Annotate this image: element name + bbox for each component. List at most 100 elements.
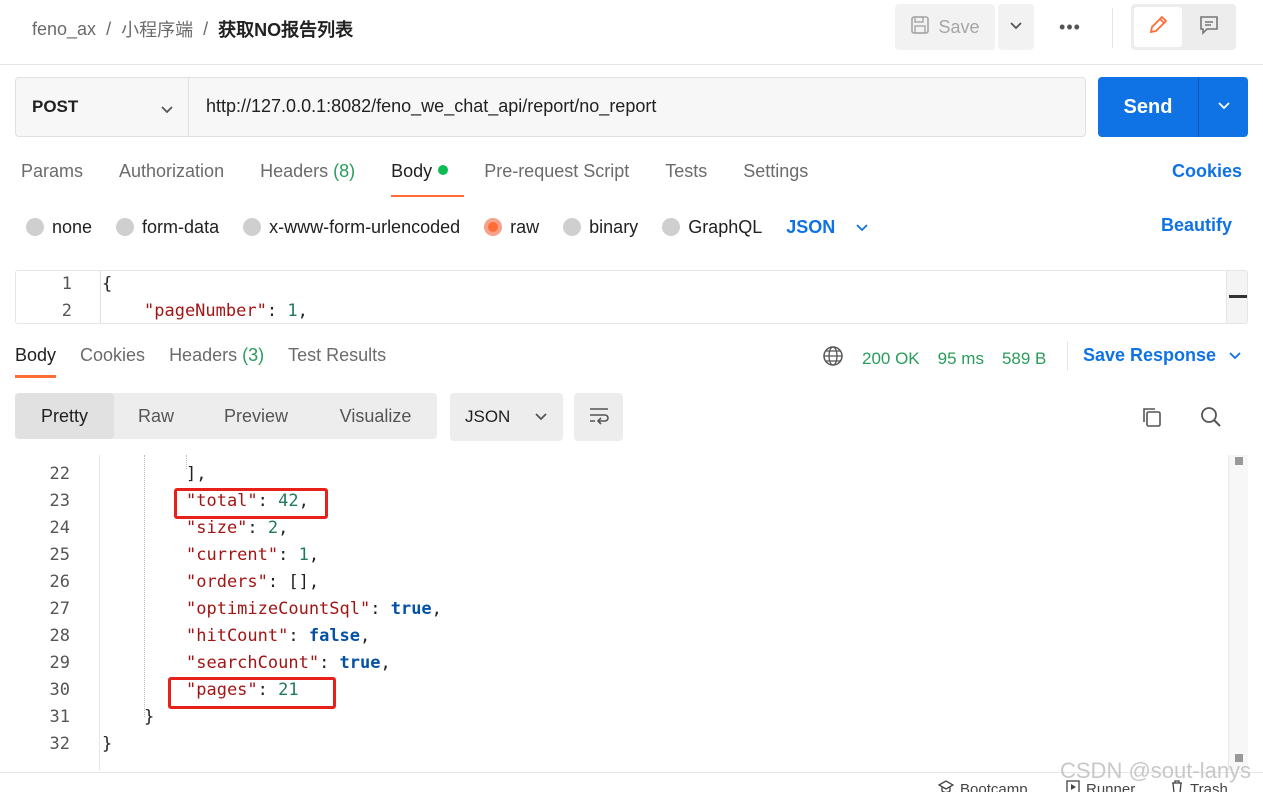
view-preview[interactable]: Preview [198, 393, 314, 439]
code-line: 25 "current": 1, [0, 545, 1230, 572]
tab-label: Body [391, 161, 433, 181]
radio-label: binary [589, 216, 639, 237]
view-pretty[interactable]: Pretty [15, 393, 114, 439]
copy-icon[interactable] [1140, 405, 1164, 434]
chevron-down-icon [855, 217, 869, 238]
radio-form-data[interactable]: form-data [116, 217, 219, 238]
code-text: "searchCount": true, [186, 653, 391, 673]
url-input[interactable]: http://127.0.0.1:8082/feno_we_chat_api/r… [206, 96, 656, 117]
response-format-select[interactable]: JSON [450, 393, 563, 441]
method-select[interactable]: POST [16, 78, 189, 136]
line-number: 28 [49, 626, 70, 646]
radio-binary[interactable]: binary [563, 217, 638, 238]
globe-icon[interactable] [822, 345, 844, 372]
radio-none[interactable]: none [26, 217, 92, 238]
json-comma: , [360, 626, 371, 646]
scrollbar[interactable] [1226, 271, 1247, 323]
request-name[interactable]: 获取NO报告列表 [218, 16, 353, 42]
json-key: "optimizeCountSql" [186, 599, 371, 619]
json-comma: , [380, 653, 391, 673]
code-text: "pageNumber": 1, [144, 301, 308, 321]
chevron-down-icon [160, 100, 174, 120]
response-meta: 200 OK 95 ms 589 B [822, 345, 1064, 372]
tab-headers[interactable]: Headers (8) [260, 161, 355, 187]
json-key: "searchCount" [186, 653, 320, 673]
radio-label: none [52, 216, 93, 237]
comment-icon [1198, 14, 1220, 41]
radio-icon [26, 218, 44, 236]
line-number: 24 [49, 518, 70, 538]
radio-label: GraphQL [688, 216, 763, 237]
radio-graphql[interactable]: GraphQL [662, 217, 762, 238]
body-format-select[interactable]: JSON [786, 217, 869, 238]
more-actions-button[interactable]: ••• [1052, 14, 1088, 40]
save-button[interactable]: Save [895, 4, 995, 50]
tab-params[interactable]: Params [21, 161, 83, 187]
line-number: 25 [49, 545, 70, 565]
tab-test-results[interactable]: Test Results [288, 345, 386, 366]
divider [0, 64, 1263, 65]
json-comma: , [308, 572, 320, 592]
json-key: "pageNumber" [144, 301, 267, 321]
tab-label: Params [21, 161, 84, 181]
send-button[interactable]: Send [1098, 77, 1198, 137]
search-icon[interactable] [1199, 405, 1223, 434]
json-value: 2 [267, 518, 279, 538]
tab-tests[interactable]: Tests [665, 161, 707, 187]
beautify-button[interactable]: Beautify [1161, 215, 1232, 236]
tab-settings[interactable]: Settings [743, 161, 808, 187]
request-body-editor[interactable]: 1 { 2 "pageNumber": 1, [15, 270, 1248, 324]
code-line: 29 "searchCount": true, [0, 653, 1230, 680]
comment-mode-button[interactable] [1185, 7, 1233, 47]
divider [1112, 8, 1113, 48]
tab-count: (3) [242, 345, 265, 365]
scroll-up-icon[interactable] [1235, 457, 1243, 465]
tab-response-headers[interactable]: Headers (3) [169, 345, 264, 366]
radio-raw[interactable]: raw [484, 217, 539, 238]
breadcrumb-workspace[interactable]: feno_ax [32, 19, 96, 40]
tab-authorization[interactable]: Authorization [119, 161, 224, 187]
edit-mode-button[interactable] [1134, 7, 1182, 47]
json-value: true [390, 599, 432, 619]
tab-body[interactable]: Body [391, 161, 465, 197]
code-line: 28 "hitCount": false, [0, 626, 1230, 653]
line-number: 32 [49, 734, 70, 754]
radio-urlencoded[interactable]: x-www-form-urlencoded [243, 217, 460, 238]
chevron-down-icon [534, 407, 548, 427]
view-visualize[interactable]: Visualize [314, 393, 437, 439]
code-text: "hitCount": false, [186, 626, 371, 646]
json-value: 1 [298, 545, 309, 565]
wrap-lines-button[interactable] [574, 393, 623, 441]
line-number: 27 [49, 599, 70, 619]
radio-selected-icon [484, 218, 503, 236]
status-code[interactable]: 200 OK [862, 349, 920, 369]
tab-response-body[interactable]: Body [15, 345, 57, 378]
pencil-icon [1147, 14, 1169, 41]
json-key: "orders" [186, 572, 268, 592]
save-response-label: Save Response [1083, 345, 1217, 365]
request-header: feno_ax / 小程序端 / 获取NO报告列表 Save ••• [0, 0, 1263, 58]
bootcamp-button[interactable]: Bootcamp [937, 780, 1028, 792]
send-options-button[interactable] [1199, 77, 1248, 137]
tab-response-cookies[interactable]: Cookies [80, 345, 145, 366]
radio-icon [662, 218, 681, 236]
view-raw[interactable]: Raw [114, 393, 198, 439]
save-icon [910, 15, 930, 40]
scrollbar[interactable] [1228, 455, 1248, 770]
response-body-viewer[interactable]: 21 } 22 ], 23 "total": 42, 24 "size": 2,… [0, 455, 1248, 770]
json-key: "size" [186, 518, 248, 538]
cookies-link[interactable]: Cookies [1172, 161, 1242, 182]
tab-pre-request-script[interactable]: Pre-request Script [484, 161, 629, 187]
tab-label: Tests [665, 161, 708, 181]
response-tabs: Body Cookies Headers (3) Test Results [15, 345, 410, 378]
save-response-button[interactable]: Save Response [1083, 345, 1242, 366]
response-time[interactable]: 95 ms [938, 349, 984, 369]
code-line: 1 { [16, 274, 1247, 301]
json-value: 1 [287, 301, 298, 321]
line-number: 23 [49, 491, 70, 511]
response-size[interactable]: 589 B [1002, 349, 1046, 369]
save-options-button[interactable] [998, 4, 1034, 50]
json-comma: , [308, 545, 320, 565]
radio-icon [116, 218, 135, 236]
breadcrumb-folder[interactable]: 小程序端 [121, 16, 193, 42]
